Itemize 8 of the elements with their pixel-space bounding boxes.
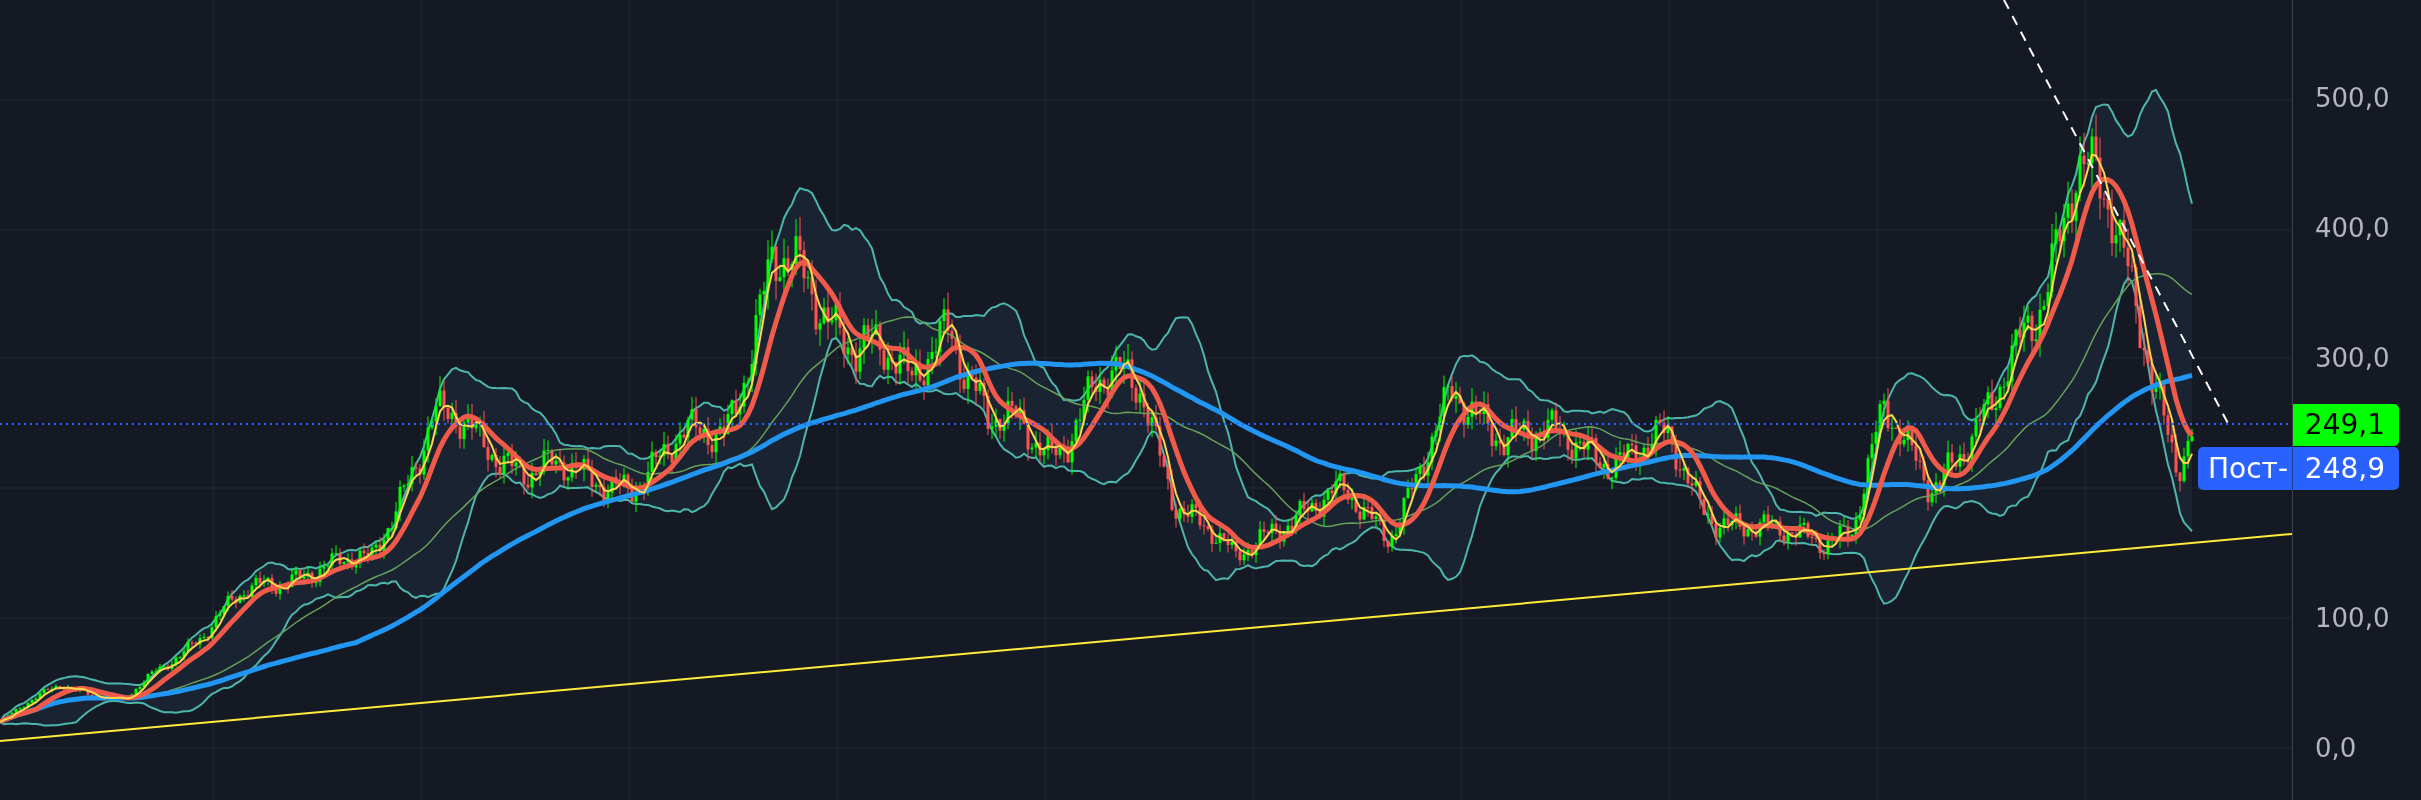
price-axis-label: 100,0 [2315,605,2390,631]
price-axis-label: 0,0 [2315,735,2357,761]
price-axis-label: 500,0 [2315,85,2390,111]
countdown-price: 248,9 [2292,447,2399,490]
countdown-label: Пост- [2207,454,2289,483]
price-axis-label: 400,0 [2315,215,2390,241]
last-price-badge: 249,1 [2293,404,2399,446]
price-axis-label: 300,0 [2315,345,2390,371]
